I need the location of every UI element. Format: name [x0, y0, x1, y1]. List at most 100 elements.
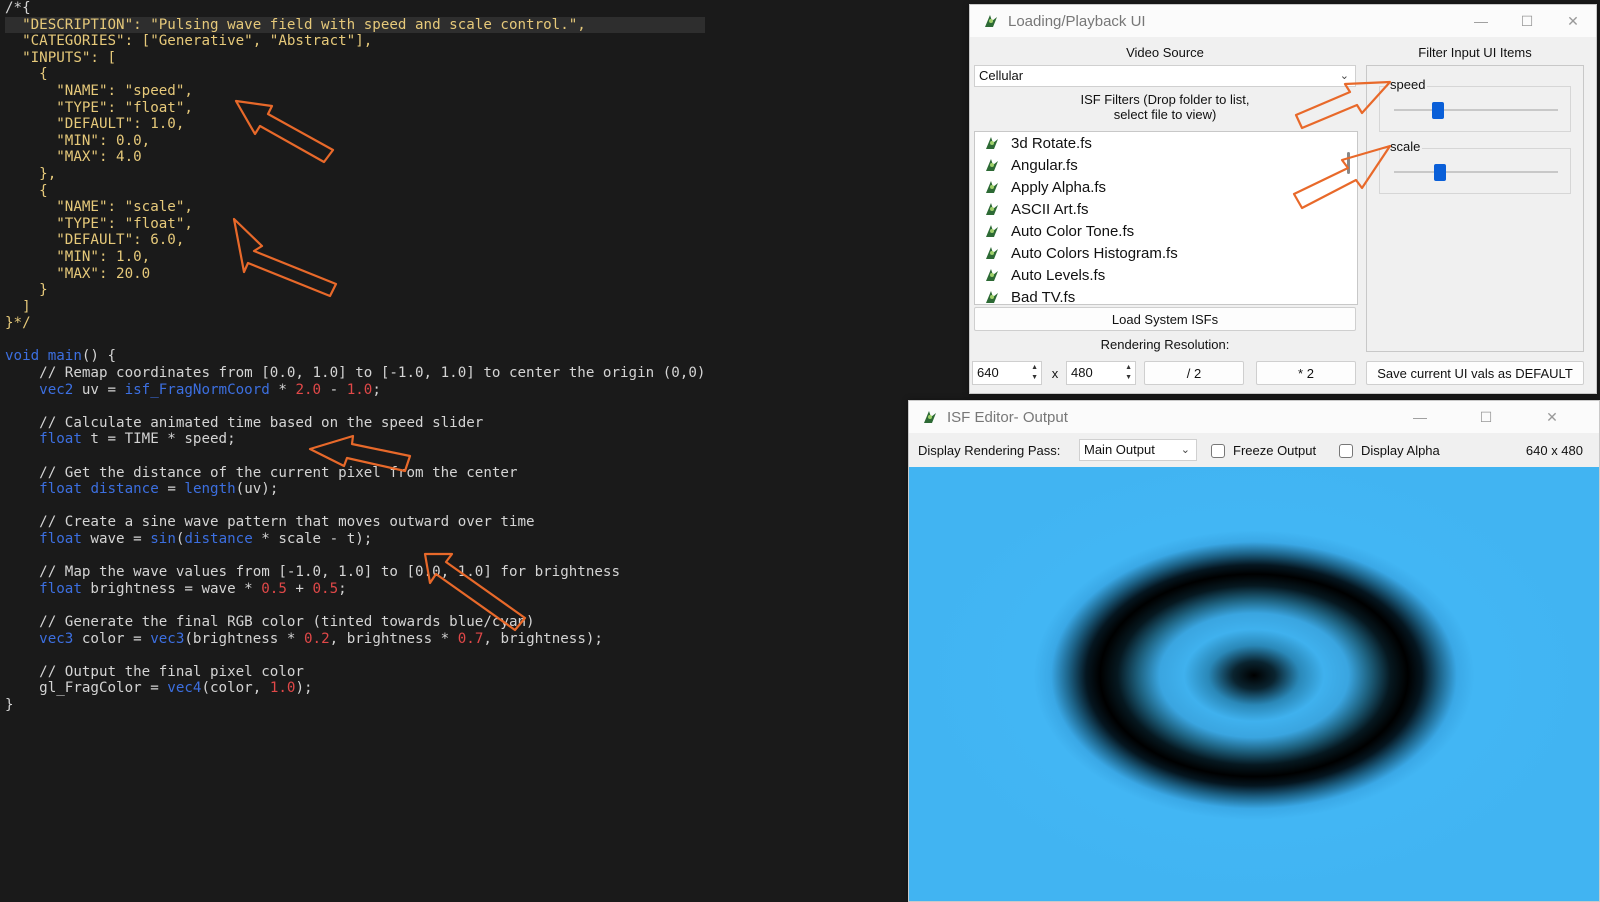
code-token: vec3	[39, 630, 74, 647]
output-window: ISF Editor- Output — ☐ ✕ Display Renderi…	[908, 400, 1600, 902]
spin-arrows-icon[interactable]: ▲ ▼	[1125, 363, 1132, 383]
display-alpha-label: Display Alpha	[1361, 443, 1440, 458]
video-source-select[interactable]: Cellular ⌄	[974, 65, 1356, 87]
isf-file-list[interactable]: 3d Rotate.fs Angular.fs Apply Alpha.fs ASCI…	[974, 131, 1358, 305]
render-output-canvas[interactable]	[909, 467, 1599, 901]
close-button[interactable]: ✕	[1529, 401, 1575, 433]
code-line[interactable]: // Generate the final RGB color (tinted …	[5, 614, 705, 631]
file-list-item[interactable]: Apply Alpha.fs	[975, 176, 1357, 198]
close-button[interactable]: ✕	[1550, 5, 1596, 37]
code-line[interactable]: float brightness = wave * 0.5 + 0.5;	[5, 581, 705, 598]
code-line[interactable]: "MIN": 1.0,	[5, 249, 705, 266]
minimize-button[interactable]: —	[1458, 5, 1504, 37]
file-list-item[interactable]: ASCII Art.fs	[975, 198, 1357, 220]
load-system-isfs-button[interactable]: Load System ISFs	[974, 307, 1356, 331]
code-line[interactable]	[5, 647, 705, 664]
double-resolution-button[interactable]: * 2	[1256, 361, 1356, 385]
file-list-scrollbar[interactable]	[1343, 134, 1355, 302]
isf-file-icon	[986, 203, 998, 215]
code-line[interactable]: {	[5, 183, 705, 200]
maximize-button[interactable]: ☐	[1504, 5, 1550, 37]
code-line[interactable]: vec3 color = vec3(brightness * 0.2, brig…	[5, 631, 705, 648]
speed-group: speed	[1379, 77, 1571, 132]
code-editor[interactable]: /*{ "DESCRIPTION": "Pulsing wave field w…	[0, 0, 970, 900]
code-line[interactable]: {	[5, 66, 705, 83]
code-line[interactable]: // Map the wave values from [-1.0, 1.0] …	[5, 564, 705, 581]
minimize-button[interactable]: —	[1397, 401, 1443, 433]
code-line[interactable]	[5, 448, 705, 465]
code-token: }	[5, 696, 14, 713]
spin-arrows-icon[interactable]: ▲ ▼	[1031, 363, 1038, 383]
code-line[interactable]: float distance = length(uv);	[5, 481, 705, 498]
code-token: vec3	[150, 630, 185, 647]
maximize-button[interactable]: ☐	[1463, 401, 1509, 433]
file-list-item[interactable]: Angular.fs	[975, 154, 1357, 176]
code-line[interactable]: },	[5, 166, 705, 183]
code-line[interactable]: "TYPE": "float",	[5, 100, 705, 117]
scrollbar-thumb[interactable]	[1347, 152, 1350, 174]
isf-file-icon	[986, 225, 998, 237]
code-token: "MAX": 4.0	[5, 149, 142, 166]
code-line[interactable]: "DEFAULT": 6.0,	[5, 232, 705, 249]
code-line[interactable]	[5, 332, 705, 349]
code-token: float	[39, 481, 82, 498]
code-line[interactable]: gl_FragColor = vec4(color, 1.0);	[5, 680, 705, 697]
code-line[interactable]: "DESCRIPTION": "Pulsing wave field with …	[5, 16, 706, 34]
code-line[interactable]: "TYPE": "float",	[5, 216, 705, 233]
file-list-item[interactable]: Auto Colors Histogram.fs	[975, 242, 1357, 264]
code-token: // Remap coordinates from [0.0, 1.0] to …	[5, 365, 706, 382]
code-line[interactable]: "MAX": 4.0	[5, 149, 705, 166]
code-line[interactable]	[5, 548, 705, 565]
titlebar[interactable]: ISF Editor- Output — ☐ ✕	[909, 401, 1599, 433]
freeze-output-checkbox[interactable]	[1211, 444, 1225, 458]
half-resolution-button[interactable]: / 2	[1144, 361, 1244, 385]
file-list-item[interactable]: 3d Rotate.fs	[975, 132, 1357, 154]
code-line[interactable]: // Get the distance of the current pixel…	[5, 465, 705, 482]
code-line[interactable]	[5, 597, 705, 614]
scale-slider-track[interactable]	[1394, 171, 1558, 173]
scale-slider-handle[interactable]	[1433, 164, 1446, 181]
freeze-output-label: Freeze Output	[1233, 443, 1317, 458]
code-token: "TYPE": "float",	[5, 215, 193, 232]
code-line[interactable]: "DEFAULT": 1.0,	[5, 116, 705, 133]
code-line[interactable]: "INPUTS": [	[5, 50, 705, 67]
code-line[interactable]: }*/	[5, 315, 705, 332]
code-line[interactable]: "MIN": 0.0,	[5, 133, 705, 150]
code-line[interactable]: "MAX": 20.0	[5, 266, 705, 283]
code-line[interactable]: // Remap coordinates from [0.0, 1.0] to …	[5, 365, 705, 382]
code-line[interactable]: "CATEGORIES": ["Generative", "Abstract"]…	[5, 33, 705, 50]
code-line[interactable]: // Calculate animated time based on the …	[5, 415, 705, 432]
code-token: "TYPE": "float",	[5, 99, 193, 116]
save-defaults-button[interactable]: Save current UI vals as DEFAULT	[1366, 361, 1584, 385]
shader-source[interactable]: /*{ "DESCRIPTION": "Pulsing wave field w…	[5, 0, 706, 714]
code-line[interactable]: float t = TIME * speed;	[5, 431, 705, 448]
display-pass-select[interactable]: Main Output ⌄	[1079, 439, 1197, 461]
speed-slider-track[interactable]	[1394, 109, 1558, 111]
code-line[interactable]: "NAME": "speed",	[5, 83, 705, 100]
code-token: 0.7	[457, 630, 484, 647]
code-token: (uv);	[235, 481, 279, 498]
file-list-item[interactable]: Auto Levels.fs	[975, 264, 1357, 286]
file-list-item[interactable]: Auto Color Tone.fs	[975, 220, 1357, 242]
code-line[interactable]: /*{	[5, 0, 705, 17]
code-line[interactable]: "NAME": "scale",	[5, 199, 705, 216]
loading-body: Video Source Cellular ⌄ ISF Filters (Dro…	[970, 37, 1596, 393]
code-line[interactable]: }	[5, 697, 705, 714]
code-line[interactable]: float wave = sin(distance * scale - t);	[5, 531, 705, 548]
speed-slider-handle[interactable]	[1432, 102, 1445, 119]
titlebar[interactable]: Loading/Playback UI — ☐ ✕	[970, 5, 1596, 37]
code-line[interactable]: // Create a sine wave pattern that moves…	[5, 514, 705, 531]
code-line[interactable]: vec2 uv = isf_FragNormCoord * 2.0 - 1.0;	[5, 382, 705, 399]
code-line[interactable]	[5, 398, 705, 415]
isf-file-icon	[986, 181, 998, 193]
code-line[interactable]	[5, 498, 705, 515]
file-list-item[interactable]: Bad TV.fs	[975, 286, 1357, 304]
code-line[interactable]: }	[5, 282, 705, 299]
code-line[interactable]: // Output the final pixel color	[5, 664, 705, 681]
code-line[interactable]: ]	[5, 299, 705, 316]
code-line[interactable]: void main() {	[5, 348, 705, 365]
display-alpha-checkbox[interactable]	[1339, 444, 1353, 458]
resolution-width-field[interactable]: 640 ▲ ▼	[972, 361, 1042, 385]
resolution-height-field[interactable]: 480 ▲ ▼	[1066, 361, 1136, 385]
